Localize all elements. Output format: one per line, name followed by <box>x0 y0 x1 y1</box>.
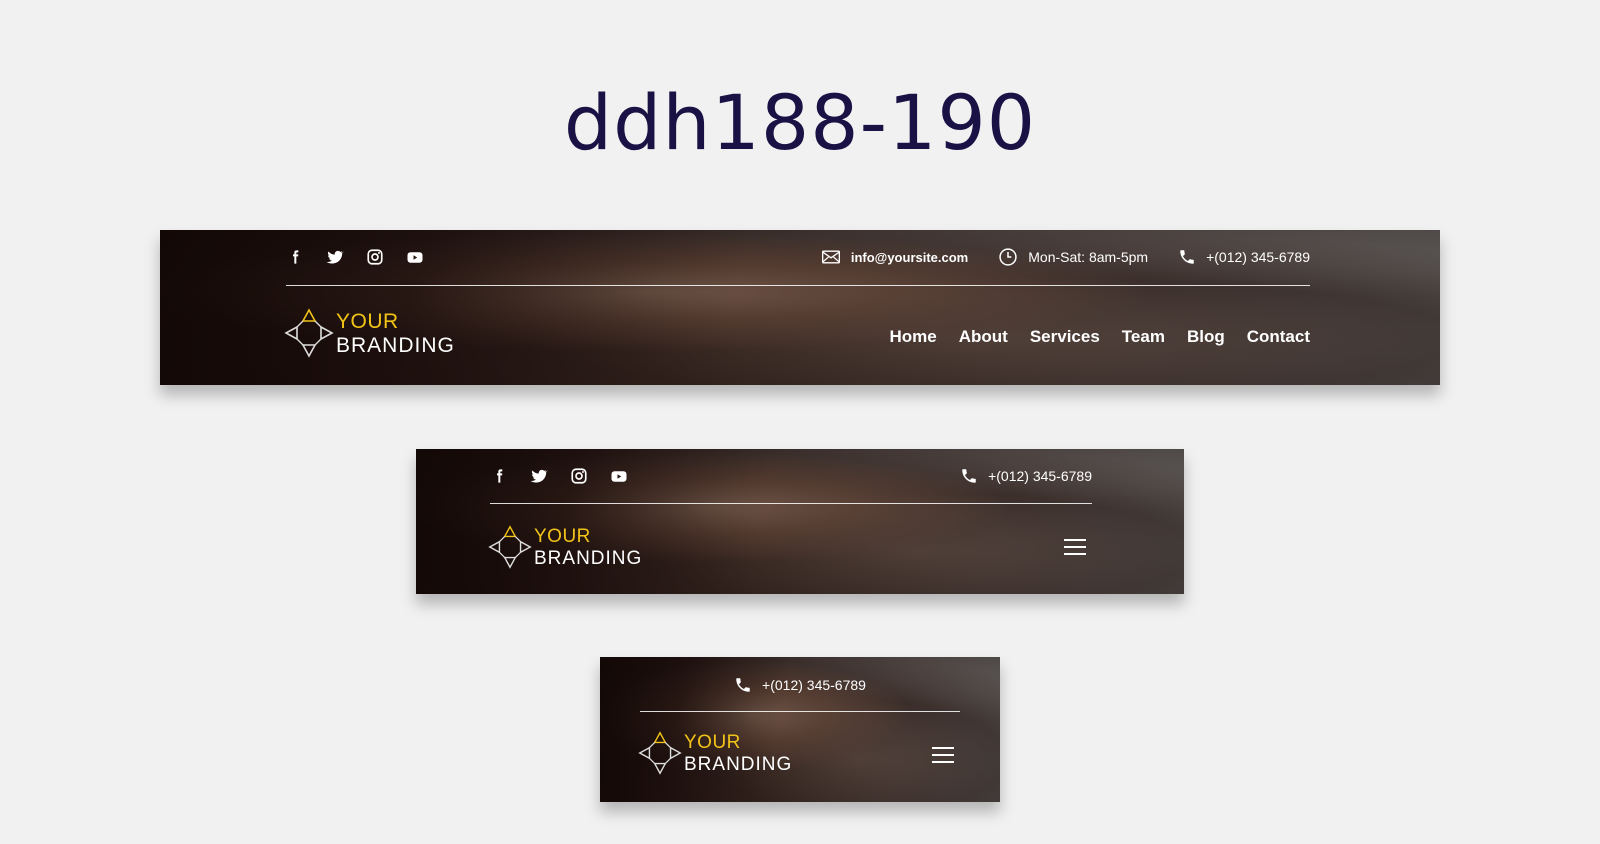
contact-info: +(012) 345-6789 <box>960 467 1092 485</box>
facebook-icon[interactable] <box>286 248 304 266</box>
social-links <box>286 248 424 266</box>
header-desktop: info@yoursite.com Mon-Sat: 8am-5pm +(012… <box>160 230 1440 385</box>
phone-item[interactable]: +(012) 345-6789 <box>1178 248 1310 266</box>
nav-about[interactable]: About <box>959 327 1008 347</box>
divider <box>286 285 1310 286</box>
logo-mark-icon <box>638 731 682 775</box>
instagram-icon[interactable] <box>570 467 588 485</box>
nav-home[interactable]: Home <box>890 327 937 347</box>
main-nav: Home About Services Team Blog Contact <box>890 327 1311 347</box>
facebook-icon[interactable] <box>490 467 508 485</box>
twitter-icon[interactable] <box>530 467 548 485</box>
logo-line-1: YOUR <box>534 525 591 547</box>
phone-item[interactable]: +(012) 345-6789 <box>734 676 866 694</box>
email-item[interactable]: info@yoursite.com <box>821 247 968 267</box>
logo[interactable]: YOUR BRANDING <box>284 308 455 358</box>
hours-text: Mon-Sat: 8am-5pm <box>1028 249 1149 265</box>
top-bar: +(012) 345-6789 <box>490 461 1092 491</box>
top-bar: +(012) 345-6789 <box>600 671 1000 699</box>
divider <box>490 503 1092 504</box>
twitter-icon[interactable] <box>326 248 344 266</box>
phone-item[interactable]: +(012) 345-6789 <box>960 467 1092 485</box>
logo-line-1: YOUR <box>336 309 399 333</box>
contact-info: info@yoursite.com Mon-Sat: 8am-5pm +(012… <box>821 247 1310 267</box>
menu-icon[interactable] <box>1064 539 1086 555</box>
phone-text: +(012) 345-6789 <box>988 468 1092 484</box>
header-mobile: +(012) 345-6789 YOUR BRANDING <box>600 657 1000 802</box>
phone-text: +(012) 345-6789 <box>762 677 866 693</box>
top-bar: info@yoursite.com Mon-Sat: 8am-5pm +(012… <box>286 243 1310 271</box>
menu-icon[interactable] <box>932 747 954 763</box>
header-tablet: +(012) 345-6789 YOUR BRANDING <box>416 449 1184 594</box>
mail-icon <box>821 247 841 267</box>
phone-icon <box>960 467 978 485</box>
phone-text: +(012) 345-6789 <box>1206 249 1310 265</box>
logo-line-2: BRANDING <box>684 753 793 775</box>
nav-team[interactable]: Team <box>1122 327 1165 347</box>
social-links <box>490 467 628 485</box>
page-title: ddh188-190 <box>563 78 1037 167</box>
clock-icon <box>998 247 1018 267</box>
instagram-icon[interactable] <box>366 248 384 266</box>
logo-line-1: YOUR <box>684 731 741 753</box>
nav-blog[interactable]: Blog <box>1187 327 1225 347</box>
hours-item: Mon-Sat: 8am-5pm <box>998 247 1148 267</box>
youtube-icon[interactable] <box>406 248 424 266</box>
logo[interactable]: YOUR BRANDING <box>638 731 792 775</box>
logo-line-2: BRANDING <box>534 547 643 569</box>
logo-mark-icon <box>488 525 532 569</box>
logo-line-2: BRANDING <box>336 333 455 357</box>
logo[interactable]: YOUR BRANDING <box>488 525 642 569</box>
logo-mark-icon <box>284 308 334 358</box>
nav-services[interactable]: Services <box>1030 327 1100 347</box>
phone-icon <box>734 676 752 694</box>
phone-icon <box>1178 248 1196 266</box>
email-text: info@yoursite.com <box>850 249 969 265</box>
divider <box>640 711 960 712</box>
youtube-icon[interactable] <box>610 467 628 485</box>
nav-contact[interactable]: Contact <box>1247 327 1310 347</box>
